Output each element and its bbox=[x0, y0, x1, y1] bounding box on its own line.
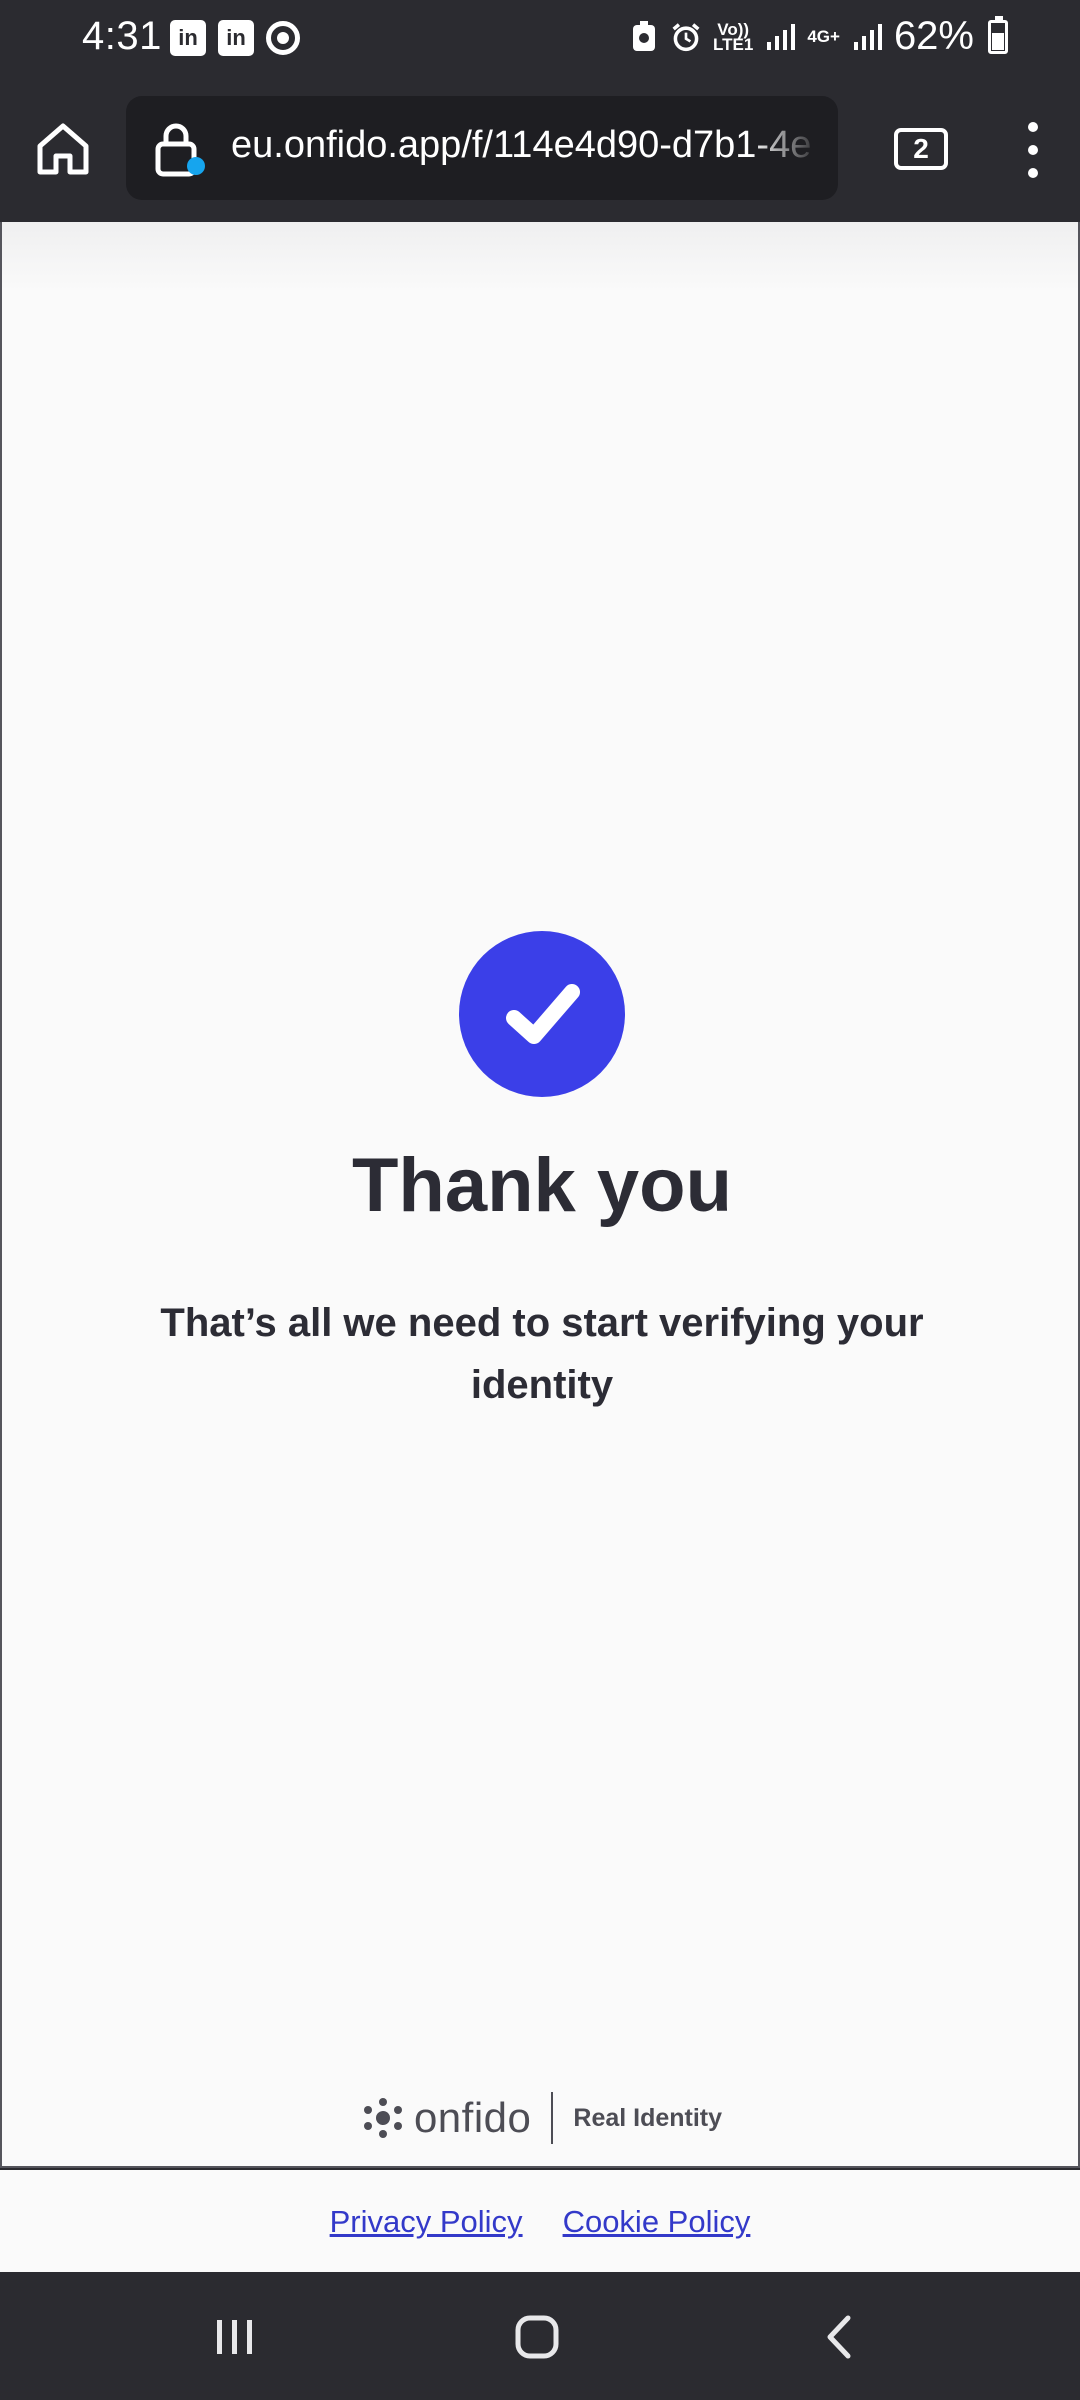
confirmation-message: That’s all we need to start verifying yo… bbox=[160, 1301, 924, 1407]
status-time: 4:31 bbox=[82, 14, 162, 58]
4g-icon: 4G+ bbox=[807, 27, 840, 46]
page-title: Thank you bbox=[351, 1143, 733, 1228]
verification-card: Thank you That’s all we need to start ve… bbox=[0, 222, 1080, 2168]
system-nav-bar bbox=[0, 2272, 1080, 2400]
signal-icon bbox=[765, 19, 796, 55]
success-check-icon bbox=[459, 931, 625, 1097]
status-bar: 4:31 in in Vo)) LTE1 4G+ 62% bbox=[0, 0, 1080, 76]
cookie-policy-link[interactable]: Cookie Policy bbox=[563, 2204, 751, 2240]
signal-icon bbox=[852, 19, 882, 55]
url-text[interactable]: eu.onfido.app/f/114e4d90-d7b1-4e bbox=[231, 124, 821, 167]
back-icon[interactable] bbox=[806, 2302, 876, 2372]
volte-icon: Vo)) LTE1 bbox=[713, 19, 754, 54]
brand-name: onfido bbox=[413, 2094, 532, 2141]
battery-icon bbox=[988, 15, 1008, 54]
brand-tagline: Real Identity bbox=[573, 2103, 723, 2132]
home-nav-icon[interactable] bbox=[502, 2302, 572, 2372]
more-vert-icon[interactable] bbox=[1020, 122, 1048, 178]
address-bar[interactable]: eu.onfido.app/f/114e4d90-d7b1-4e bbox=[126, 96, 838, 200]
lock-icon[interactable] bbox=[154, 120, 210, 180]
home-icon[interactable] bbox=[30, 116, 96, 182]
brand-footer: onfido Real Identity bbox=[2, 2090, 1080, 2146]
browser-toolbar: eu.onfido.app/f/114e4d90-d7b1-4e 2 bbox=[0, 76, 1080, 222]
chrome-icon bbox=[266, 21, 300, 55]
brand-divider bbox=[551, 2092, 554, 2144]
nfc-icon bbox=[629, 19, 659, 55]
privacy-policy-link[interactable]: Privacy Policy bbox=[330, 2204, 523, 2240]
onfido-logo-icon bbox=[363, 2098, 402, 2138]
recent-apps-icon[interactable] bbox=[200, 2302, 270, 2372]
linkedin-icon: in bbox=[170, 20, 206, 56]
web-page: Thank you That’s all we need to start ve… bbox=[0, 222, 1080, 2168]
alarm-icon bbox=[671, 19, 701, 55]
policy-links: Privacy Policy Cookie Policy bbox=[0, 2170, 1080, 2274]
battery-percentage: 62% bbox=[893, 14, 974, 58]
tabs-icon[interactable]: 2 bbox=[894, 128, 948, 170]
linkedin-icon: in bbox=[218, 20, 254, 56]
